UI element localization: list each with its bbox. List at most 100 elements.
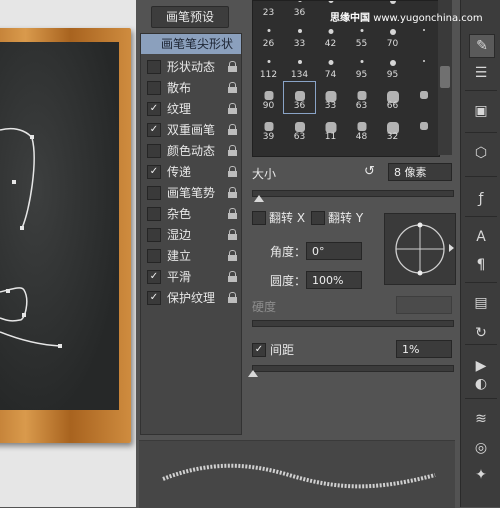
brush-tip-size: 48 [355, 132, 368, 142]
brush-option-checkbox[interactable]: ✓ [147, 165, 161, 179]
brush-tip[interactable]: 134 [284, 51, 315, 82]
brush-tip[interactable]: 11 [315, 113, 346, 144]
brush-tip[interactable]: 55 [346, 20, 377, 51]
lock-icon[interactable] [228, 124, 237, 135]
brush-option-checkbox[interactable] [147, 207, 161, 221]
brush-tip[interactable]: 36 [284, 1, 315, 20]
brush-tip[interactable]: 63 [346, 82, 377, 113]
brush-tip[interactable]: 23 [253, 1, 284, 20]
flip-x-checkbox[interactable] [252, 211, 266, 225]
brush-option-11[interactable]: ✓ 平滑 [141, 267, 241, 287]
lock-icon[interactable] [228, 166, 237, 177]
lock-icon[interactable] [228, 292, 237, 303]
brush-option-checkbox[interactable] [147, 144, 161, 158]
brush-tip[interactable] [408, 113, 439, 144]
brush-option-4[interactable]: ✓ 双重画笔 [141, 120, 241, 140]
lock-icon[interactable] [228, 229, 237, 240]
brush-settings-icon[interactable]: ☰ [469, 62, 493, 84]
lock-icon[interactable] [228, 61, 237, 72]
size-slider[interactable] [252, 190, 454, 197]
paragraph-icon[interactable]: ¶ [469, 254, 493, 276]
brush-option-10[interactable]: 建立 [141, 246, 241, 266]
brush-tip[interactable]: 70 [377, 20, 408, 51]
brush-tip[interactable] [408, 20, 439, 51]
brush-option-1[interactable]: 形状动态 [141, 57, 241, 77]
brush-tip[interactable]: 26 [253, 20, 284, 51]
brush-tip[interactable]: 66 [377, 82, 408, 113]
brush-tip[interactable]: 63 [284, 113, 315, 144]
lock-icon[interactable] [228, 208, 237, 219]
brush-icon[interactable]: ✎ [469, 34, 495, 58]
brush-option-2[interactable]: 散布 [141, 78, 241, 98]
brush-option-label: 散布 [167, 81, 192, 95]
brush-option-checkbox[interactable] [147, 81, 161, 95]
brush-tip[interactable]: 95 [346, 51, 377, 82]
lock-icon[interactable] [228, 145, 237, 156]
brush-option-checkbox[interactable]: ✓ [147, 102, 161, 116]
brush-tip[interactable]: 33 [315, 82, 346, 113]
brush-presets-button[interactable]: 画笔预设 [151, 6, 229, 28]
3d-cube-icon[interactable]: ⬡ [469, 142, 493, 164]
layers-icon[interactable]: ≋ [469, 408, 493, 430]
brush-tip[interactable]: 32 [377, 113, 408, 144]
brush-tip[interactable] [408, 82, 439, 113]
lock-icon[interactable] [228, 187, 237, 198]
brush-option-checkbox[interactable]: ✓ [147, 270, 161, 284]
flip-x-label: 翻转 X [269, 211, 306, 225]
size-field[interactable]: 8 像素 [388, 163, 452, 181]
spacing-field[interactable]: 1% [396, 340, 452, 358]
channels-icon[interactable]: ◎ [469, 437, 493, 459]
brush-tip[interactable]: 90 [253, 82, 284, 113]
brush-tip[interactable] [408, 51, 439, 82]
brush-option-checkbox[interactable] [147, 249, 161, 263]
brush-option-checkbox[interactable] [147, 186, 161, 200]
lock-icon[interactable] [228, 82, 237, 93]
brush-tip[interactable]: 112 [253, 51, 284, 82]
brush-option-checkbox[interactable] [147, 60, 161, 74]
lock-icon[interactable] [228, 271, 237, 282]
properties-icon[interactable]: ▤ [469, 292, 493, 314]
clone-source-icon[interactable]: ▣ [469, 100, 493, 122]
flip-y-checkbox[interactable] [311, 211, 325, 225]
angle-roundness-widget[interactable] [384, 213, 456, 285]
brush-tip[interactable]: 36 [283, 81, 316, 114]
brush-tip-size: 74 [324, 70, 337, 80]
angle-field[interactable]: 0° [306, 242, 362, 260]
spacing-checkbox[interactable]: ✓ [252, 343, 266, 357]
brush-tip[interactable]: 95 [377, 51, 408, 82]
lock-icon[interactable] [228, 103, 237, 114]
brush-tip[interactable]: 74 [315, 51, 346, 82]
document-canvas[interactable] [0, 0, 136, 507]
brush-tip[interactable]: 33 [284, 20, 315, 51]
size-slider-thumb[interactable] [254, 195, 264, 202]
brush-option-checkbox[interactable]: ✓ [147, 123, 161, 137]
character-icon[interactable]: A [469, 226, 493, 248]
brush-tip[interactable]: 39 [253, 113, 284, 144]
brush-option-8[interactable]: 杂色 [141, 204, 241, 224]
brush-option-3[interactable]: ✓ 纹理 [141, 99, 241, 119]
brush-option-7[interactable]: 画笔笔势 [141, 183, 241, 203]
spacing-slider[interactable] [252, 365, 454, 372]
brush-option-0[interactable]: 画笔笔尖形状 [141, 34, 241, 54]
brush-option-9[interactable]: 湿边 [141, 225, 241, 245]
brush-option-5[interactable]: 颜色动态 [141, 141, 241, 161]
actions-icon[interactable]: ↻ [469, 322, 493, 344]
brush-option-label: 建立 [167, 249, 192, 263]
brush-tip-size: 23 [262, 8, 275, 18]
lock-icon[interactable] [228, 250, 237, 261]
adjustments-icon[interactable]: ◐ [469, 373, 493, 395]
paths-icon[interactable]: ✦ [469, 464, 493, 486]
brush-option-checkbox[interactable] [147, 228, 161, 242]
function-icon[interactable]: ƒ [469, 188, 493, 210]
brush-tip-size: 63 [355, 101, 368, 111]
brush-option-6[interactable]: ✓ 传递 [141, 162, 241, 182]
brush-option-12[interactable]: ✓ 保护纹理 [141, 288, 241, 308]
brush-tip[interactable]: 48 [346, 113, 377, 144]
spacing-slider-thumb[interactable] [248, 370, 258, 377]
brush-option-label: 平滑 [167, 270, 192, 284]
brush-option-checkbox[interactable]: ✓ [147, 291, 161, 305]
scroll-thumb[interactable] [440, 66, 450, 88]
roundness-field[interactable]: 100% [306, 271, 362, 289]
reset-size-icon[interactable]: ↺ [364, 164, 375, 179]
brush-tip[interactable]: 42 [315, 20, 346, 51]
